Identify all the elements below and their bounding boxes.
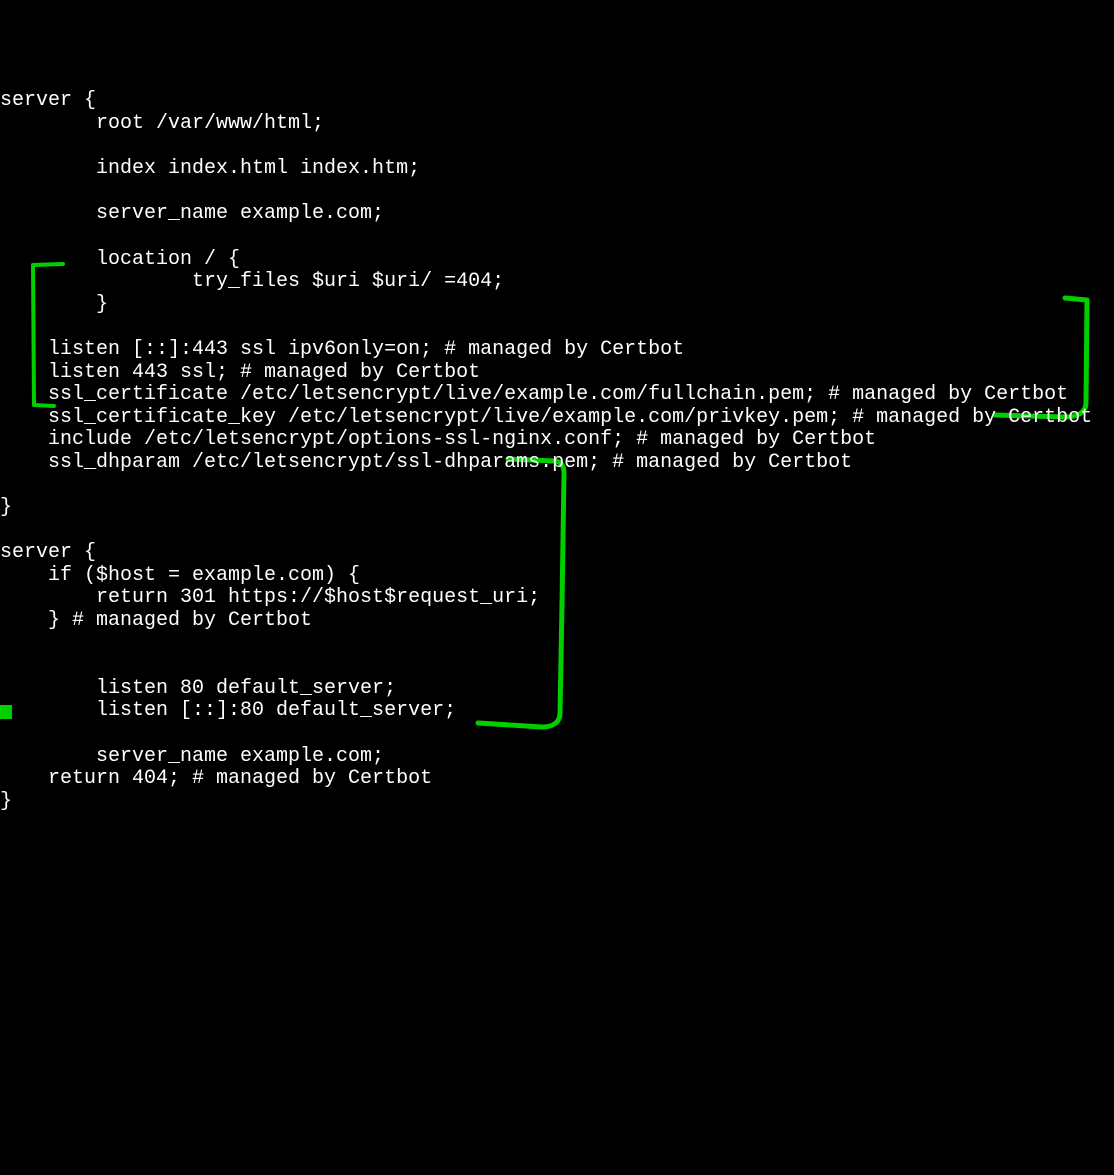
terminal-cursor <box>0 705 12 719</box>
code-line: ssl_certificate /etc/letsencrypt/live/ex… <box>0 383 1068 406</box>
code-line: listen [::]:443 ssl ipv6only=on; # manag… <box>0 338 684 361</box>
code-line: ssl_certificate_key /etc/letsencrypt/liv… <box>0 406 1092 429</box>
code-line: } <box>0 496 12 519</box>
code-line: listen 80 default_server; <box>0 677 396 700</box>
code-line: listen 443 ssl; # managed by Certbot <box>0 361 480 384</box>
code-line: ssl_dhparam /etc/letsencrypt/ssl-dhparam… <box>0 451 852 474</box>
code-line: location / { <box>0 248 240 271</box>
code-line: index index.html index.htm; <box>0 157 420 180</box>
code-line: return 404; # managed by Certbot <box>0 767 432 790</box>
code-line: } # managed by Certbot <box>0 609 312 632</box>
code-line: server_name example.com; <box>0 745 384 768</box>
code-line: return 301 https://$host$request_uri; <box>0 586 540 609</box>
code-line: include /etc/letsencrypt/options-ssl-ngi… <box>0 428 876 451</box>
code-line: } <box>0 790 12 813</box>
code-line: server { <box>0 541 96 564</box>
code-line: server_name example.com; <box>0 202 384 225</box>
code-line: root /var/www/html; <box>0 112 324 135</box>
config-code-block: server { root /var/www/html; index index… <box>0 90 1114 813</box>
code-line: if ($host = example.com) { <box>0 564 360 587</box>
code-line: server { <box>0 89 96 112</box>
code-line: } <box>0 293 108 316</box>
code-line: listen [::]:80 default_server; <box>0 699 456 722</box>
code-line: try_files $uri $uri/ =404; <box>0 270 504 293</box>
